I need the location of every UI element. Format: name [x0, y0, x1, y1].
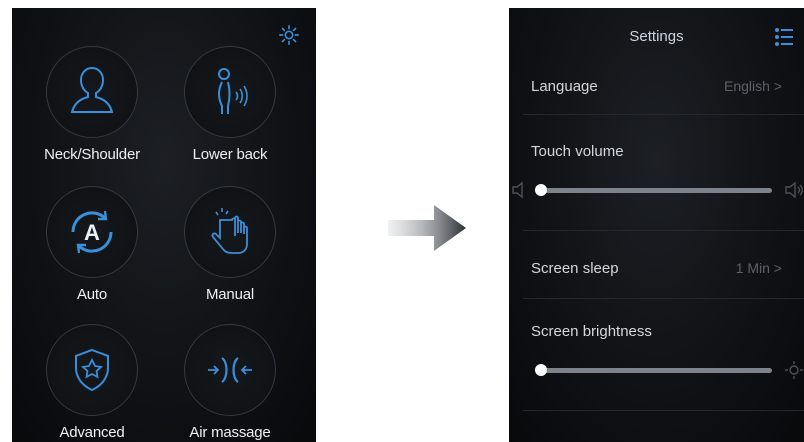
speaker-volume-icon — [785, 181, 803, 199]
auto-button[interactable]: A Auto — [22, 186, 162, 303]
arrow-right-icon — [388, 205, 466, 251]
air-massage-button[interactable]: Air massage — [160, 324, 300, 441]
slider-track — [541, 368, 772, 373]
screen-brightness-label: Screen brightness — [531, 323, 652, 340]
touch-volume-slider[interactable] — [512, 181, 803, 199]
language-value: English > — [724, 78, 782, 94]
svg-text:A: A — [84, 220, 100, 245]
head-shoulders-icon — [70, 66, 114, 113]
divider — [523, 298, 804, 299]
slider-knob[interactable] — [535, 364, 547, 376]
air-massage-icon — [208, 357, 252, 383]
slider-knob[interactable] — [535, 184, 547, 196]
gear-icon[interactable] — [278, 24, 300, 46]
advanced-button[interactable]: Advanced — [22, 324, 162, 441]
screen-sleep-row[interactable]: Screen sleep 1 Min > — [531, 260, 782, 277]
mode-label: Advanced — [59, 424, 125, 441]
speaker-mute-icon — [512, 181, 523, 199]
mode-label: Air massage — [189, 424, 271, 441]
neck-shoulder-button[interactable]: Neck/Shoulder — [22, 46, 162, 163]
language-row[interactable]: Language English > — [531, 78, 782, 95]
page-title: Settings — [629, 28, 684, 45]
settings-screen: Settings Language English > Touch volume… — [509, 8, 804, 442]
screen-sleep-value: 1 Min > — [735, 260, 782, 276]
divider — [523, 230, 804, 231]
lower-back-button[interactable]: Lower back — [160, 46, 300, 163]
mode-label: Lower back — [192, 146, 268, 163]
auto-icon: A — [71, 210, 113, 254]
mode-label: Manual — [206, 286, 254, 303]
language-label: Language — [531, 78, 598, 95]
touch-volume-label: Touch volume — [531, 143, 624, 160]
manual-button[interactable]: Manual — [160, 186, 300, 303]
divider — [523, 410, 804, 411]
lower-back-icon — [218, 68, 248, 114]
brightness-icon — [785, 361, 803, 379]
home-screen: Neck/Shoulder Lower back A Auto Manual A… — [12, 8, 316, 442]
manual-hand-icon — [211, 208, 248, 254]
screen-sleep-label: Screen sleep — [531, 260, 619, 277]
menu-icon[interactable] — [774, 26, 794, 48]
divider — [523, 114, 804, 115]
slider-track — [541, 188, 772, 193]
mode-label: Auto — [76, 286, 108, 303]
shield-star-icon — [75, 348, 109, 392]
mode-label: Neck/Shoulder — [44, 146, 140, 163]
screen-brightness-slider[interactable] — [531, 361, 803, 379]
